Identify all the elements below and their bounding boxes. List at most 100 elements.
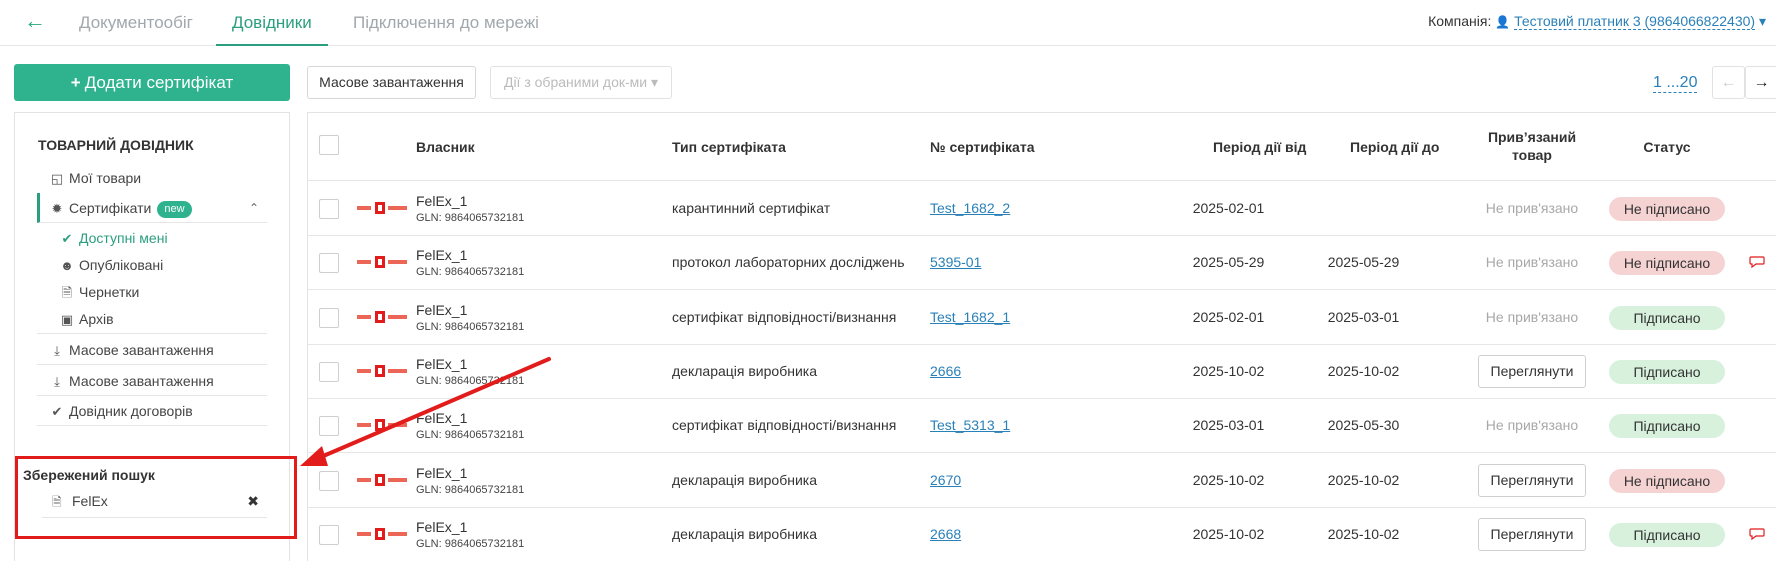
certificate-number-link[interactable]: 2668: [930, 526, 961, 542]
column-valid-to[interactable]: Період дії до: [1350, 138, 1439, 156]
certificate-number-link[interactable]: Test_5313_1: [930, 417, 1010, 433]
brand-logo: [356, 473, 407, 486]
table-row[interactable]: FelEx_1 GLN: 9864065732181 декларація виро…: [308, 453, 1776, 508]
sidebar-item-label: Масове завантаження: [69, 373, 214, 389]
user-icon: 👤: [1495, 15, 1511, 29]
certificate-number-link[interactable]: Test_1682_2: [930, 200, 1010, 216]
brand-logo: [356, 256, 407, 269]
column-number[interactable]: № сертифіката: [930, 138, 1034, 156]
row-checkbox[interactable]: [319, 470, 339, 491]
table-row[interactable]: FelEx_1 GLN: 9864065732181 протокол лабора…: [308, 236, 1776, 291]
chevron-up-icon[interactable]: ⌃: [249, 193, 259, 223]
row-checkbox[interactable]: [319, 524, 339, 545]
tab-directories[interactable]: Довідники: [216, 0, 328, 46]
brand-logo: [356, 310, 407, 323]
bulk-upload-button[interactable]: Масове завантаження: [307, 66, 476, 99]
sidebar-item-label: Мої товари: [69, 170, 142, 186]
sidebar-item-drafts[interactable]: 🗎 Чернетки: [37, 277, 267, 307]
owner-gln: GLN: 9864065732181: [416, 212, 525, 224]
column-linked-product[interactable]: Прив’язаний товар: [1474, 128, 1590, 164]
owner-gln: GLN: 9864065732181: [416, 266, 525, 279]
chevron-down-icon[interactable]: ▾: [1759, 13, 1766, 29]
add-certificate-label: Додати сертифікат: [84, 73, 234, 92]
view-linked-product-button[interactable]: Переглянути: [1478, 517, 1586, 551]
sidebar-item-bulk-upload-1[interactable]: ⤓ Масове завантаження: [37, 335, 267, 365]
table-row[interactable]: FelEx_1 GLN: 9864065732181 сертифікат відп…: [308, 399, 1776, 454]
column-type[interactable]: Тип сертифіката: [672, 138, 786, 156]
valid-from: 2025-02-01: [1192, 308, 1265, 325]
sidebar-item-bulk-upload-2[interactable]: ⤓ Масове завантаження: [37, 366, 267, 396]
valid-to: 2025-05-30: [1327, 417, 1400, 434]
sidebar-item-label: Довідник договорів: [69, 403, 193, 419]
row-checkbox[interactable]: [319, 253, 339, 274]
certificate-number-link[interactable]: 2670: [930, 472, 961, 488]
valid-from: 2025-10-02: [1192, 471, 1265, 488]
certificate-type: декларація виробника: [672, 362, 817, 379]
saved-search-label: FelEx: [72, 493, 108, 509]
row-checkbox[interactable]: [319, 307, 339, 328]
valid-to: 2025-05-29: [1327, 254, 1400, 271]
tab-network-connection[interactable]: Підключення до мережі: [353, 0, 539, 46]
pagination-range[interactable]: 1 ...20: [1653, 74, 1698, 93]
arrow-left-icon[interactable]: ←: [24, 10, 46, 32]
with-selected-dropdown[interactable]: Дії з обраними док-ми ▾: [490, 66, 672, 99]
sidebar-item-my-goods[interactable]: ◱ Мої товари: [37, 163, 267, 193]
table-row[interactable]: FelEx_1 GLN: 9864065732181 декларація виро…: [308, 507, 1776, 561]
view-linked-product-button[interactable]: Переглянути: [1478, 463, 1586, 497]
select-all-checkbox[interactable]: [319, 135, 339, 155]
row-checkbox[interactable]: [319, 361, 339, 382]
close-icon[interactable]: ✖: [247, 488, 259, 514]
comment-icon[interactable]: [1749, 256, 1765, 269]
linked-product-status: Не прив'язано: [1485, 417, 1579, 434]
certificate-type: сертифікат відповідності/визнання: [672, 417, 897, 434]
valid-from: 2025-03-01: [1192, 417, 1265, 434]
brand-logo: [356, 527, 407, 540]
certificate-type: декларація виробника: [672, 471, 817, 488]
certificate-number-link[interactable]: 2666: [930, 363, 961, 379]
sidebar-item-available-to-me[interactable]: ✔ Доступні мені: [37, 223, 267, 253]
view-linked-product-button[interactable]: Переглянути: [1478, 354, 1586, 388]
owner-name: FelEx_1: [416, 247, 468, 264]
arrow-left-icon[interactable]: ←: [1712, 66, 1745, 99]
add-certificate-button[interactable]: + Додати сертифікат: [14, 64, 290, 101]
check-icon: ✔: [51, 404, 63, 419]
sidebar-item-contracts-directory[interactable]: ✔ Довідник договорів: [37, 396, 267, 426]
sidebar-item-label: Доступні мені: [79, 230, 168, 246]
table-header: Власник Тип сертифіката № сертифіката Пе…: [308, 113, 1776, 181]
row-checkbox[interactable]: [319, 416, 339, 437]
sidebar-section-title: ТОВАРНИЙ ДОВІДНИК: [38, 137, 194, 153]
owner-name: FelEx_1: [416, 301, 468, 318]
owner-name: FelEx_1: [416, 410, 468, 427]
column-owner[interactable]: Власник: [416, 138, 475, 156]
status-badge: Не підписано: [1609, 468, 1725, 493]
new-badge: new: [157, 200, 192, 218]
sidebar-item-label: Чернетки: [79, 284, 140, 300]
sidebar-item-label: Опубліковані: [79, 257, 164, 273]
certificate-number-link[interactable]: Test_1682_1: [930, 309, 1010, 325]
valid-to: 2025-10-02: [1327, 362, 1400, 379]
valid-to: 2025-10-02: [1327, 471, 1400, 488]
table-row[interactable]: FelEx_1 GLN: 9864065732181 сертифікат відп…: [308, 290, 1776, 345]
sidebar-item-certificates[interactable]: ✹ Сертифікати new ⌃: [37, 193, 267, 223]
valid-from: 2025-10-02: [1192, 362, 1265, 379]
certificates-table: Власник Тип сертифіката № сертифіката Пе…: [307, 112, 1776, 561]
table-row[interactable]: FelEx_1 GLN: 9864065732181 декларація виро…: [308, 344, 1776, 399]
comment-icon[interactable]: [1749, 528, 1765, 540]
column-valid-from[interactable]: Період дії від: [1213, 138, 1306, 156]
tab-document-flow[interactable]: Документообіг: [79, 0, 193, 46]
owner-name: FelEx_1: [416, 464, 468, 481]
company-name-link[interactable]: Тестовий платник 3 (9864066822430): [1514, 13, 1756, 30]
archive-icon: ▣: [60, 312, 74, 327]
valid-to: 2025-10-02: [1327, 525, 1400, 542]
valid-from: 2025-02-01: [1192, 200, 1265, 216]
company-selector[interactable]: Компанія: 👤 Тестовий платник 3 (98640668…: [1428, 13, 1766, 30]
sidebar-item-published[interactable]: ☻ Опубліковані: [37, 250, 267, 280]
saved-search-item[interactable]: 🗎 FelEx ✖: [42, 488, 267, 518]
certificate-number-link[interactable]: 5395-01: [930, 254, 981, 270]
table-row[interactable]: FelEx_1 GLN: 9864065732181 карантинний сер…: [308, 182, 1776, 236]
arrow-right-icon[interactable]: →: [1745, 66, 1776, 99]
brand-logo: [356, 202, 407, 214]
sidebar-item-archive[interactable]: ▣ Архів: [37, 304, 267, 334]
row-checkbox[interactable]: [319, 199, 339, 219]
column-status[interactable]: Статус: [1609, 138, 1725, 156]
